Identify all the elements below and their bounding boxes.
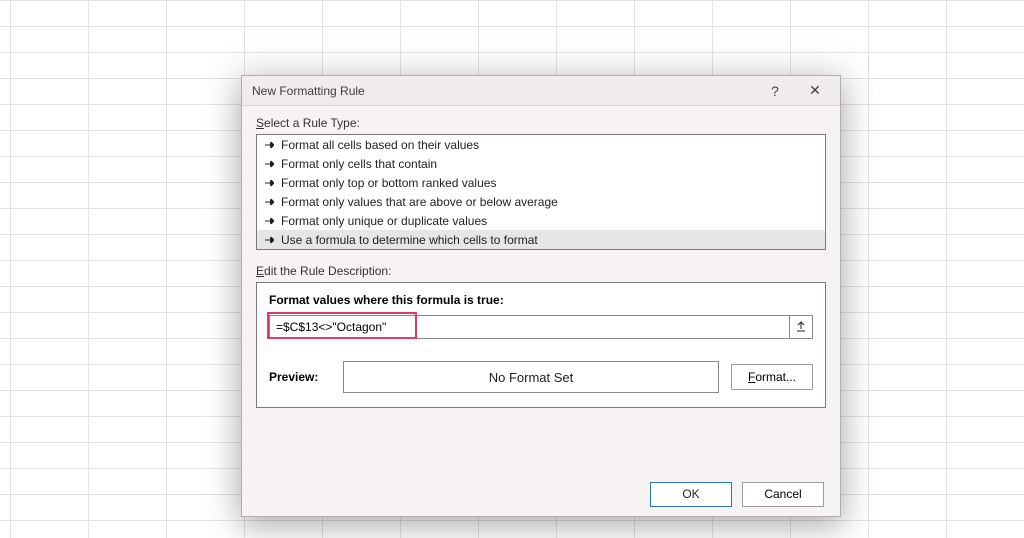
bullet-arrow-icon — [263, 139, 276, 151]
rule-type-item[interactable]: Format only values that are above or bel… — [257, 192, 825, 211]
formula-heading: Format values where this formula is true… — [269, 293, 813, 307]
bullet-arrow-icon — [263, 215, 276, 227]
rule-type-label: Use a formula to determine which cells t… — [281, 233, 538, 247]
select-rule-type-label: Select a Rule Type: — [256, 116, 826, 130]
collapse-dialog-button[interactable] — [789, 315, 813, 339]
rule-type-label: Format all cells based on their values — [281, 138, 479, 152]
rule-type-label: Format only values that are above or bel… — [281, 195, 558, 209]
rule-description-box: Format values where this formula is true… — [256, 282, 826, 408]
bullet-arrow-icon — [263, 177, 276, 189]
cancel-button[interactable]: Cancel — [742, 482, 824, 507]
rule-type-label: Format only unique or duplicate values — [281, 214, 487, 228]
dialog-footer: OK Cancel — [242, 472, 840, 516]
ok-button[interactable]: OK — [650, 482, 732, 507]
new-formatting-rule-dialog: New Formatting Rule ? ✕ Select a Rule Ty… — [241, 75, 841, 517]
close-button[interactable]: ✕ — [796, 79, 834, 103]
rule-type-item[interactable]: Format only cells that contain — [257, 154, 825, 173]
preview-row: Preview: No Format Set Format... — [269, 361, 813, 393]
format-button[interactable]: Format... — [731, 364, 813, 390]
rule-type-item[interactable]: Format only unique or duplicate values — [257, 211, 825, 230]
rule-type-item[interactable]: Format all cells based on their values — [257, 135, 825, 154]
rule-type-label: Format only top or bottom ranked values — [281, 176, 496, 190]
reference-arrow-icon — [795, 321, 807, 333]
edit-rule-description-label: Edit the Rule Description: — [256, 264, 826, 278]
rule-type-list[interactable]: Format all cells based on their values Fo… — [256, 134, 826, 250]
bullet-arrow-icon — [263, 196, 276, 208]
dialog-titlebar: New Formatting Rule ? ✕ — [242, 76, 840, 106]
rule-type-item[interactable]: Use a formula to determine which cells t… — [257, 230, 825, 249]
bullet-arrow-icon — [263, 234, 276, 246]
preview-box: No Format Set — [343, 361, 719, 393]
preview-label: Preview: — [269, 370, 331, 384]
dialog-body: Select a Rule Type: Format all cells bas… — [242, 106, 840, 420]
dialog-title: New Formatting Rule — [252, 84, 754, 98]
formula-input[interactable]: =$C$13<>"Octagon" — [269, 315, 789, 339]
help-button[interactable]: ? — [756, 79, 794, 103]
rule-type-item[interactable]: Format only top or bottom ranked values — [257, 173, 825, 192]
rule-type-label: Format only cells that contain — [281, 157, 437, 171]
formula-row: =$C$13<>"Octagon" — [269, 315, 813, 339]
bullet-arrow-icon — [263, 158, 276, 170]
